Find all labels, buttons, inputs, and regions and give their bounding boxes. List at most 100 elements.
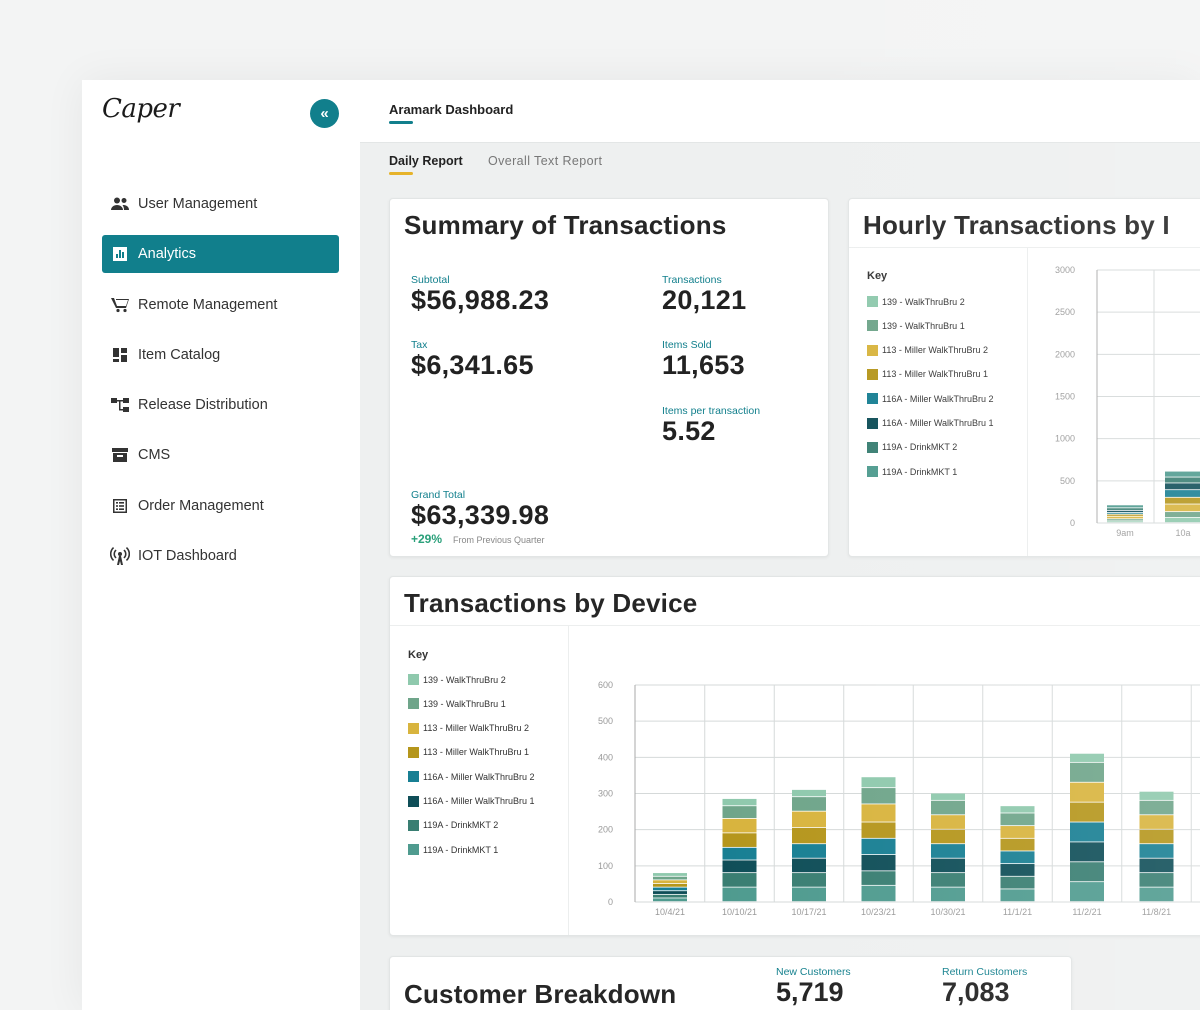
collapse-sidebar-button[interactable]: «	[310, 99, 339, 128]
x-tick-label: 10/10/21	[722, 907, 757, 917]
new-customers-value: 5,719	[776, 977, 844, 1007]
legend-label: 116A - Miller WalkThruBru 1	[423, 796, 535, 806]
bar-segment	[931, 793, 965, 800]
bar-segment	[653, 887, 687, 891]
sidebar-item-iot-dashboard[interactable]: IOT Dashboard	[102, 537, 339, 575]
sidebar-nav: User Management Analytics Remote Managem…	[102, 185, 339, 587]
sidebar-item-release-distribution[interactable]: Release Distribution	[102, 386, 339, 424]
y-tick-label: 0	[608, 897, 613, 907]
bar-segment	[1165, 504, 1200, 512]
legend-swatch	[867, 466, 878, 478]
bar-segment	[653, 873, 687, 876]
bar-segment	[931, 858, 965, 873]
bar-segment	[861, 804, 896, 822]
bar-segment	[1107, 508, 1143, 510]
legend-item: 119A - DrinkMKT 1	[867, 466, 957, 478]
y-tick-label: 400	[598, 752, 613, 762]
bar-segment	[1070, 842, 1104, 862]
bar-segment	[792, 827, 826, 844]
sidebar-item-remote-management[interactable]: Remote Management	[102, 286, 339, 324]
legend-item: 116A - Miller WalkThruBru 2	[867, 393, 994, 405]
summary-title: Summary of Transactions	[404, 210, 727, 240]
x-tick-label: 11/8/21	[1142, 907, 1171, 917]
legend-item: 139 - WalkThruBru 1	[408, 698, 506, 710]
legend-item: 139 - WalkThruBru 2	[867, 296, 965, 307]
legend-label: 139 - WalkThruBru 2	[423, 674, 506, 685]
bar-segment	[1139, 858, 1174, 873]
legend-item: 113 - Miller WalkThruBru 1	[408, 746, 530, 758]
title-underline	[389, 121, 413, 124]
x-tick-label: 11/1/21	[1003, 907, 1032, 917]
main-content: Aramark Dashboard Daily Report Overall T…	[360, 80, 1200, 1010]
tab-daily-report[interactable]: Daily Report	[389, 154, 463, 168]
bar-segment	[653, 880, 687, 884]
y-tick-label: 200	[598, 825, 613, 835]
device-title: Transactions by Device	[404, 588, 698, 618]
legend-swatch	[867, 344, 878, 356]
legend-label: 113 - Miller WalkThruBru 2	[882, 345, 989, 356]
items-per-transaction-value: 5.52	[662, 416, 716, 446]
sidebar-item-label: Order Management	[138, 497, 264, 514]
legend-label: 113 - Miller WalkThruBru 1	[423, 747, 530, 758]
sidebar-item-label: Item Catalog	[138, 346, 221, 363]
bar-segment	[722, 887, 757, 902]
bar-segment	[722, 847, 757, 860]
y-tick-label: 500	[1060, 476, 1075, 486]
sidebar-item-cms[interactable]: CMS	[102, 436, 339, 474]
bar-segment	[653, 876, 687, 880]
bar-segment	[722, 860, 757, 873]
archive-icon	[110, 445, 130, 465]
y-tick-label: 300	[598, 789, 613, 799]
legend-label: 116A - Miller WalkThruBru 2	[882, 393, 994, 404]
caper-logo[interactable]: Caper	[102, 94, 180, 124]
bar-segment	[722, 806, 757, 819]
tax-value: $6,341.65	[411, 350, 534, 380]
customer-title: Customer Breakdown	[404, 979, 677, 1009]
legend-swatch	[867, 368, 878, 380]
bar-segment	[722, 818, 757, 833]
legend-swatch	[408, 674, 419, 685]
bar-segment	[1000, 851, 1035, 864]
tree-icon	[110, 395, 130, 415]
bar-segment	[792, 887, 826, 902]
grid-icon	[110, 345, 130, 365]
dashboard-title[interactable]: Aramark Dashboard	[389, 102, 513, 117]
bar-segment	[1000, 889, 1035, 902]
sidebar-item-label: Remote Management	[138, 296, 278, 313]
bar-segment	[861, 871, 896, 885]
users-icon	[110, 194, 130, 214]
bar-segment	[1000, 813, 1035, 826]
legend-label: 113 - Miller WalkThruBru 2	[423, 723, 530, 734]
legend-swatch	[408, 722, 419, 734]
legend-label: 116A - Miller WalkThruBru 2	[423, 771, 535, 782]
legend-label: 139 - WalkThruBru 1	[882, 320, 965, 331]
bar-segment	[1070, 753, 1104, 762]
bar-segment	[861, 885, 896, 902]
legend-item: 116A - Miller WalkThruBru 2	[408, 771, 535, 783]
bar-segment	[1139, 829, 1174, 844]
hourly-title: Hourly Transactions by I	[863, 210, 1170, 240]
transactions-value: 20,121	[662, 285, 747, 315]
subtotal-value: $56,988.23	[411, 285, 550, 315]
bar-segment	[1107, 512, 1143, 514]
legend-item: 119A - DrinkMKT 1	[408, 844, 498, 856]
sidebar-item-analytics[interactable]: Analytics	[102, 235, 339, 274]
legend-swatch	[867, 320, 878, 332]
y-tick-label: 2500	[1055, 307, 1075, 317]
y-tick-label: 1500	[1055, 392, 1075, 402]
list-icon	[110, 496, 130, 516]
bar-segment	[1139, 815, 1174, 829]
bar-segment	[1165, 497, 1200, 504]
legend-item: 119A - DrinkMKT 2	[408, 819, 498, 831]
sidebar-item-order-management[interactable]: Order Management	[102, 487, 339, 525]
x-tick-label: 10a	[1175, 528, 1190, 538]
sidebar-item-user-management[interactable]: User Management	[102, 185, 339, 223]
app-window: Caper « User Management Analytics Remote…	[82, 80, 1200, 1010]
sidebar-item-label: CMS	[138, 447, 171, 464]
tab-overall-text-report[interactable]: Overall Text Report	[488, 154, 602, 168]
legend-label: 116A - Miller WalkThruBru 1	[882, 418, 994, 428]
sidebar-item-item-catalog[interactable]: Item Catalog	[102, 336, 339, 374]
legend-swatch	[408, 795, 419, 807]
bar-segment	[1165, 477, 1200, 483]
bar-segment	[722, 873, 757, 887]
